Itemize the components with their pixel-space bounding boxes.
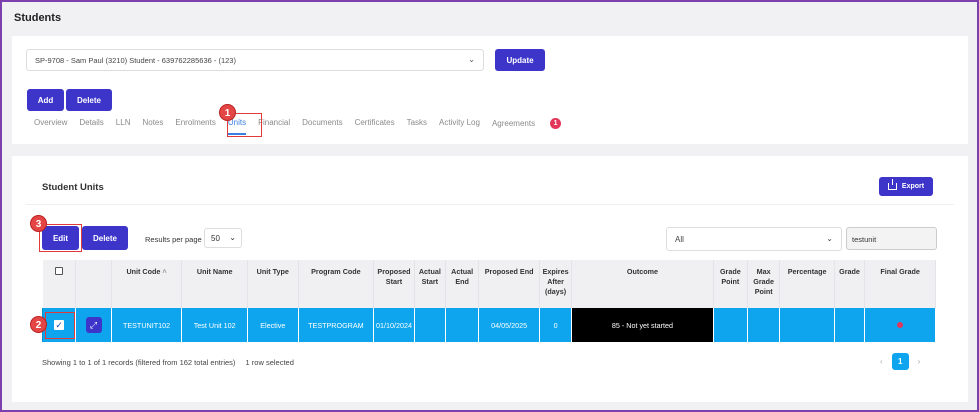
export-icon <box>887 179 897 190</box>
col-program-code[interactable]: Program Code <box>298 260 375 308</box>
filter-select-value: All <box>675 235 684 244</box>
page-title: Students <box>14 12 62 24</box>
tab-notes[interactable]: Notes <box>142 118 163 129</box>
tab-details[interactable]: Details <box>79 118 103 129</box>
tab-activity-log[interactable]: Activity Log <box>439 118 480 129</box>
export-button[interactable]: Export <box>879 177 933 196</box>
chevron-down-icon: ⌄ <box>229 233 236 242</box>
col-actual-end[interactable]: Actual End <box>445 260 480 308</box>
select-all-header <box>42 260 77 308</box>
row-select-cell: ✓ <box>41 308 77 342</box>
sort-up-icon: ˄ <box>162 267 167 276</box>
expand-header <box>75 260 112 308</box>
delete-units-button[interactable]: Delete <box>82 226 128 250</box>
row-checkbox-checked[interactable]: ✓ <box>54 320 65 330</box>
table-info: Showing 1 to 1 of 1 records (filtered fr… <box>42 358 294 367</box>
tab-agreements-label: Agreements <box>491 118 536 128</box>
col-proposed-end[interactable]: Proposed End <box>478 260 540 308</box>
tab-enrolments[interactable]: Enrolments <box>175 118 215 129</box>
cell-unit-code: TESTUNIT102 <box>110 308 183 342</box>
table-header-row: Unit Code ˄ Unit Name Unit Type Program … <box>42 260 936 308</box>
callout-number-1: 1 <box>219 104 236 121</box>
col-expires-after[interactable]: Expires After (days) <box>539 260 573 308</box>
cell-actual-end <box>444 308 480 342</box>
results-per-page-select[interactable]: 50 ⌄ <box>204 228 242 248</box>
prev-page-icon[interactable]: ‹ <box>880 357 883 366</box>
select-all-checkbox[interactable] <box>54 267 63 275</box>
cell-unit-name: Test Unit 102 <box>181 308 249 342</box>
cell-actual-start <box>413 308 447 342</box>
search-input-value: testunit <box>852 235 877 244</box>
cell-grade <box>833 308 866 342</box>
callout-number-3: 3 <box>30 215 47 232</box>
student-select-value: SP-9708 - Sam Paul (3210) Student - 6397… <box>35 56 236 65</box>
next-page-icon[interactable]: › <box>918 357 921 366</box>
edit-button[interactable]: Edit <box>42 226 79 250</box>
student-select[interactable]: SP-9708 - Sam Paul (3210) Student - 6397… <box>26 49 484 71</box>
cell-expires-after: 0 <box>538 308 573 342</box>
search-input[interactable]: testunit <box>846 227 937 250</box>
pagination: ‹ 1 › <box>880 353 920 370</box>
tab-financial[interactable]: Financial <box>258 118 290 129</box>
cell-outcome: 85 - Not yet started <box>571 308 714 342</box>
cell-percentage <box>779 308 835 342</box>
cell-program-code: TESTPROGRAM <box>297 308 375 342</box>
export-button-label: Export <box>901 183 925 190</box>
row-expand-cell: ⤢ <box>75 308 112 342</box>
student-tabs: Overview Details LLN Notes Enrolments Un… <box>34 118 585 135</box>
cell-proposed-end: 04/05/2025 <box>478 308 540 342</box>
col-percentage[interactable]: Percentage <box>779 260 835 308</box>
chevron-down-icon: ⌄ <box>468 55 475 64</box>
selected-info: 1 row selected <box>245 358 294 367</box>
col-outcome[interactable]: Outcome <box>571 260 714 308</box>
section-title: Student Units <box>42 182 104 193</box>
tab-lln[interactable]: LLN <box>116 118 131 129</box>
col-grade[interactable]: Grade <box>834 260 866 308</box>
col-unit-code[interactable]: Unit Code ˄ <box>111 260 183 308</box>
results-per-page-value: 50 <box>211 234 220 243</box>
cell-proposed-start: 01/10/2024 <box>373 308 415 342</box>
col-unit-type[interactable]: Unit Type <box>247 260 299 308</box>
agreements-badge: 1 <box>550 118 562 129</box>
col-max-grade-point[interactable]: Max Grade Point <box>747 260 781 308</box>
col-proposed-start[interactable]: Proposed Start <box>373 260 415 308</box>
callout-number-2: 2 <box>30 316 47 333</box>
results-per-page-label: Results per page <box>145 235 202 244</box>
units-table: Unit Code ˄ Unit Name Unit Type Program … <box>41 260 936 342</box>
tab-documents[interactable]: Documents <box>302 118 342 129</box>
tab-tasks[interactable]: Tasks <box>407 118 427 129</box>
table-row[interactable]: ✓ ⤢ TESTUNIT102 Test Unit 102 Elective T… <box>41 308 936 342</box>
update-button[interactable]: Update <box>495 49 545 71</box>
expand-icon[interactable]: ⤢ <box>85 317 102 333</box>
filter-select[interactable]: All ⌄ <box>666 227 842 251</box>
col-unit-name[interactable]: Unit Name <box>181 260 249 308</box>
col-grade-point[interactable]: Grade Point <box>713 260 749 308</box>
tab-overview[interactable]: Overview <box>34 118 67 129</box>
add-button[interactable]: Add <box>27 89 64 111</box>
col-unit-code-label: Unit Code <box>126 267 161 276</box>
records-info: Showing 1 to 1 of 1 records (filtered fr… <box>42 358 236 367</box>
cell-max-grade-point <box>747 308 781 342</box>
cell-final-grade <box>864 308 936 342</box>
status-dot-icon <box>897 321 904 328</box>
tab-certificates[interactable]: Certificates <box>355 118 395 129</box>
tab-agreements[interactable]: Agreements 1 <box>492 118 573 129</box>
col-final-grade[interactable]: Final Grade <box>864 260 936 308</box>
delete-button[interactable]: Delete <box>66 89 112 111</box>
cell-grade-point <box>712 308 749 342</box>
col-actual-start[interactable]: Actual Start <box>414 260 447 308</box>
page-1-button[interactable]: 1 <box>891 353 909 370</box>
chevron-down-icon: ⌄ <box>826 234 833 243</box>
section-divider <box>26 204 954 205</box>
cell-unit-type: Elective <box>247 308 299 342</box>
